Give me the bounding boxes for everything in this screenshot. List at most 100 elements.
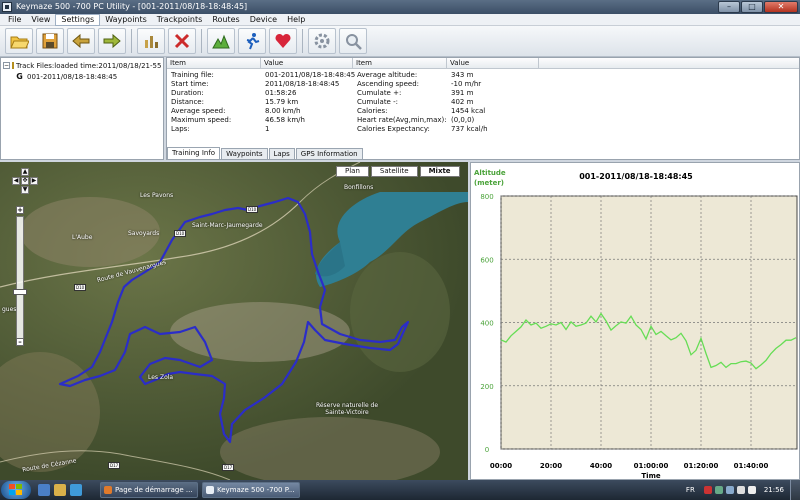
satellite-map[interactable]: Bonfillons Les Pavons Savoyards Saint-Ma…	[0, 162, 468, 480]
save-disk-icon	[42, 33, 58, 49]
info-value: 391 m	[451, 89, 474, 97]
y-axis-label-unit: (meter)	[474, 179, 504, 187]
pan-up-icon[interactable]: ▲	[21, 168, 29, 176]
info-value: (0,0,0)	[451, 116, 475, 124]
pan-down-icon[interactable]: ▼	[21, 186, 29, 194]
x-axis-label: Time	[641, 472, 660, 480]
info-label: Cumulate +:	[357, 89, 402, 97]
map-type-selector: Plan Satellite Mixte	[336, 166, 460, 177]
tab-training-info[interactable]: Training Info	[167, 147, 221, 159]
taskbar-item-keymaze[interactable]: Keymaze 500 -700 P...	[202, 482, 300, 498]
map-label: Réserve naturelle de Sainte-Victoire	[315, 402, 379, 416]
x-tick-label: 00:00	[490, 462, 512, 470]
search-device-button[interactable]	[339, 28, 367, 54]
save-button[interactable]	[36, 28, 64, 54]
app-icon[interactable]	[2, 2, 12, 12]
show-desktop-button[interactable]	[790, 480, 800, 500]
taskbar-item-browser[interactable]: Page de démarrage ...	[100, 482, 198, 498]
header-value: Value	[261, 58, 353, 68]
info-value: 1454 kcal	[451, 107, 486, 115]
zoom-slider-thumb[interactable]	[13, 289, 27, 295]
minimize-button[interactable]: –	[718, 1, 740, 13]
menu-routes[interactable]: Routes	[207, 14, 244, 26]
mountain-graph-icon	[212, 34, 230, 49]
zoom-in-button[interactable]: +	[16, 206, 24, 214]
tree-track-label: 001-2011/08/18-18:48:45	[27, 72, 118, 81]
tray-icon[interactable]	[725, 486, 734, 494]
tree-track-file[interactable]: G 001-2011/08/18-18:48:45	[3, 71, 161, 82]
info-label: Laps:	[171, 125, 190, 133]
info-value: -10 m/hr	[451, 80, 482, 88]
upload-to-device-button[interactable]	[98, 28, 126, 54]
tab-waypoints[interactable]: Waypoints	[221, 148, 268, 159]
chart-tools-icon	[145, 36, 158, 48]
tree-root[interactable]: − Track Files:loaded time:2011/08/18/21-…	[3, 60, 161, 71]
mountain-graph-button[interactable]	[207, 28, 235, 54]
altitude-chart: 001-2011/08/18-18:48:45 Altitude (meter) 0 2…	[474, 169, 798, 480]
x-tick-label: 01:20:00	[684, 462, 719, 470]
explorer-quicklaunch-icon[interactable]	[54, 484, 66, 496]
info-label: Duration:	[171, 89, 204, 97]
info-label: Start time:	[171, 80, 209, 88]
y-axis-label: Altitude	[474, 169, 506, 177]
volume-icon[interactable]	[747, 486, 756, 494]
x-tick-label: 20:00	[540, 462, 562, 470]
menu-settings[interactable]: Settings	[55, 13, 101, 26]
info-label: Cumulate -:	[357, 98, 398, 106]
header-item: Item	[167, 58, 261, 68]
pan-right-icon[interactable]: ▶	[30, 177, 38, 185]
menu-help[interactable]: Help	[282, 14, 310, 26]
map-label: Bonfillons	[344, 184, 374, 191]
info-value: 15.79 km	[265, 98, 299, 106]
info-value: 1	[265, 125, 270, 133]
ie-quicklaunch-icon[interactable]	[38, 484, 50, 496]
map-type-plan[interactable]: Plan	[336, 166, 369, 177]
toolbar-separator	[131, 29, 132, 53]
tray-icon[interactable]	[703, 486, 712, 494]
tab-laps[interactable]: Laps	[268, 148, 295, 159]
road-sign: D17	[108, 462, 121, 469]
collapse-icon[interactable]: −	[3, 62, 10, 69]
close-button[interactable]: ✕	[764, 1, 798, 13]
media-quicklaunch-icon[interactable]	[70, 484, 82, 496]
runner-button[interactable]	[238, 28, 266, 54]
download-from-device-button[interactable]	[67, 28, 95, 54]
pan-center-icon[interactable]: ✥	[21, 177, 29, 185]
search-device-icon	[346, 34, 362, 50]
maximize-button[interactable]: □	[741, 1, 763, 13]
window-title: Keymaze 500 -700 PC Utility - [001-2011/…	[16, 2, 248, 11]
delete-tools-button[interactable]	[168, 28, 196, 54]
tab-gps-information[interactable]: GPS Information	[295, 148, 363, 159]
menu-view[interactable]: View	[26, 14, 55, 26]
start-button[interactable]	[1, 481, 31, 499]
altitude-chart-panel: 001-2011/08/18-18:48:45 Altitude (meter) 0 2…	[470, 162, 800, 480]
menu-waypoints[interactable]: Waypoints	[100, 14, 152, 26]
open-folder-icon	[10, 36, 29, 49]
settings-gear-button[interactable]	[308, 28, 336, 54]
taskbar: Page de démarrage ... Keymaze 500 -700 P…	[0, 480, 800, 500]
map-type-satellite[interactable]: Satellite	[370, 166, 418, 177]
zoom-slider-track[interactable]	[16, 216, 24, 340]
info-value: 2011/08/18-18:48:45	[265, 80, 340, 88]
menu-device[interactable]: Device	[245, 14, 282, 26]
zoom-out-button[interactable]: –	[16, 338, 24, 346]
heart-button[interactable]	[269, 28, 297, 54]
map-type-mixte[interactable]: Mixte	[419, 166, 460, 177]
training-info-panel: Item Value Item Value Training file: Sta…	[166, 57, 800, 160]
network-icon[interactable]	[736, 486, 745, 494]
open-folder-button[interactable]	[5, 28, 33, 54]
tray-icon[interactable]	[714, 486, 723, 494]
menu-file[interactable]: File	[3, 14, 26, 26]
road-sign: D17	[222, 464, 235, 471]
taskbar-item-label: Keymaze 500 -700 P...	[217, 486, 295, 494]
language-indicator[interactable]: FR	[686, 486, 695, 494]
pan-left-icon[interactable]: ◀	[12, 177, 20, 185]
y-tick-label: 600	[480, 256, 493, 264]
chart-tools-button[interactable]	[137, 28, 165, 54]
x-tick-label: 01:40:00	[734, 462, 769, 470]
settings-gear-icon	[314, 33, 330, 49]
clock[interactable]: 21:56	[764, 486, 784, 494]
menu-trackpoints[interactable]: Trackpoints	[152, 14, 208, 26]
map-label: gues	[2, 306, 17, 313]
road-sign: D10	[74, 284, 87, 291]
